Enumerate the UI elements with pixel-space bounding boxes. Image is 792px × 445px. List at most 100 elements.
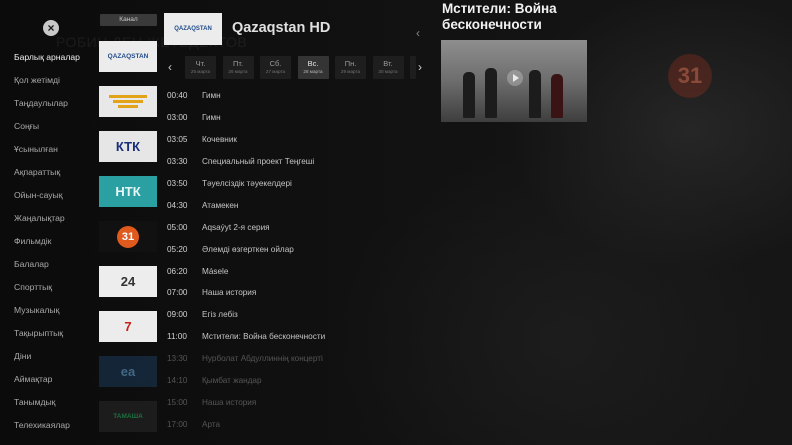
sidebar-item-news[interactable]: Жаңалықтар: [0, 210, 96, 233]
program-row[interactable]: 07:00 Наша история: [167, 282, 437, 304]
sidebar-item-informational[interactable]: Ақпараттық: [0, 164, 96, 187]
program-row[interactable]: 17:00 Арта: [167, 413, 437, 435]
day-tabs: Чт. 25 марта Пт. 26 марта Сб. 27 марта Вс. 2…: [185, 56, 423, 79]
program-time: 09:00: [167, 310, 188, 320]
program-row-current[interactable]: 11:00 Мстители: Война бесконечности: [167, 326, 437, 348]
day-tab[interactable]: Вт. 30 марта: [372, 56, 404, 79]
sidebar-item-entertainment[interactable]: Ойын-сауық: [0, 187, 96, 210]
sidebar-item-recommended[interactable]: Ұсынылған: [0, 141, 96, 164]
preview-thumbnail[interactable]: [441, 40, 587, 122]
figure-shape: [463, 72, 475, 118]
program-time: 03:50: [167, 179, 188, 188]
channel-logo-text: 24: [120, 274, 136, 289]
program-name: Қымбат жандар: [202, 376, 262, 386]
program-name: Егіз лебіз: [202, 310, 238, 320]
figure-shape: [529, 70, 541, 118]
sidebar-item-all-channels[interactable]: Барлық арналар: [0, 49, 96, 72]
sidebar-item-thematic[interactable]: Тақырыптық: [0, 325, 96, 348]
program-row[interactable]: 06:20 Másele: [167, 260, 437, 282]
day-tab[interactable]: Пт. 26 марта: [222, 56, 254, 79]
channel-logo-qazaqstan[interactable]: QAZAQSTAN: [99, 41, 157, 72]
program-time: 11:00: [167, 332, 187, 342]
program-row[interactable]: 05:20 Әлемді өзгерткен ойлар: [167, 238, 437, 260]
channel-logo-ntk[interactable]: НТК: [99, 176, 157, 207]
channel-logo-text: 31: [117, 225, 139, 248]
program-name: Гимн: [202, 113, 221, 123]
program-time: 03:00: [167, 113, 188, 123]
day-next-chevron-icon[interactable]: ›: [418, 60, 422, 74]
day-tab[interactable]: Сб. 27 марта: [260, 56, 291, 79]
day-prev-chevron-icon[interactable]: ‹: [168, 60, 172, 74]
channel-logo-31[interactable]: 31: [99, 221, 157, 252]
channel-logo-ea[interactable]: ea: [99, 356, 157, 387]
program-row[interactable]: 03:05 Кочевник: [167, 129, 437, 151]
program-time: 15:00: [167, 397, 188, 407]
program-name: Кочевник: [202, 135, 237, 145]
channel-logo-text: 7: [124, 319, 132, 334]
program-time: 13:30: [167, 354, 188, 364]
program-row[interactable]: 04:30 Атамекен: [167, 194, 437, 216]
program-name: Арта: [202, 419, 221, 429]
channel-logo-ktk[interactable]: КТК: [99, 131, 157, 162]
sidebar-item-series[interactable]: Телехикаялар: [0, 417, 96, 440]
day-tab-partial[interactable]: [410, 56, 416, 79]
day-tab[interactable]: Чт. 25 марта: [185, 56, 216, 79]
channel-logo-text: ea: [120, 364, 136, 379]
channel-logo-tamasha[interactable]: ТАМАША: [99, 401, 157, 432]
program-name: Наша история: [202, 288, 257, 298]
channel-logo-7[interactable]: 7: [99, 311, 157, 342]
program-time: 00:40: [167, 91, 188, 101]
program-row[interactable]: 05:00 Аqsaýyt 2-я серия: [167, 216, 437, 238]
program-list: 00:40 Гимн 03:00 Гимн 03:05 Кочевник 03:30 С…: [167, 85, 437, 435]
sidebar-item-recent[interactable]: Соңғы: [0, 118, 96, 141]
channel-tab[interactable]: Канал: [100, 14, 157, 26]
program-row[interactable]: 00:40 Гимн: [167, 85, 437, 107]
sidebar-item-movies[interactable]: Фильмдік: [0, 233, 96, 256]
day-tab-selected[interactable]: Вс. 28 марта: [297, 56, 329, 79]
sidebar-item-sports[interactable]: Спорттық: [0, 279, 96, 302]
sidebar-item-available[interactable]: Қол жетімді: [0, 72, 96, 95]
program-row[interactable]: 13:30 Нурболат Абдуллиннің концерті: [167, 348, 437, 370]
program-time: 14:10: [167, 376, 188, 386]
program-row[interactable]: 03:30 Специальный проект Теңгеші: [167, 151, 437, 173]
khabar-logo-icon: [99, 86, 157, 117]
program-time: 04:30: [167, 200, 188, 210]
program-time: 03:30: [167, 157, 188, 167]
program-row[interactable]: 09:00 Егіз лебіз: [167, 304, 437, 326]
program-time: 07:00: [167, 288, 188, 298]
program-time: 17:00: [167, 419, 188, 429]
play-icon[interactable]: [507, 70, 523, 86]
current-channel-logo-text: QAZAQSTAN: [174, 26, 212, 32]
channel-logo-text: КТК: [115, 139, 141, 154]
channel-title: Qazaqstan HD: [232, 20, 331, 36]
sidebar-item-regions[interactable]: Аймақтар: [0, 371, 96, 394]
program-row[interactable]: 03:00 Гимн: [167, 107, 437, 129]
day-tab[interactable]: Пн. 29 марта: [335, 56, 366, 79]
program-time: 03:05: [167, 135, 188, 145]
figure-shape: [551, 74, 563, 118]
program-time: 06:20: [167, 266, 188, 276]
sidebar-item-kids[interactable]: Балалар: [0, 256, 96, 279]
program-name: Мстители: Война бесконечности: [202, 332, 326, 342]
channel-logo-text: НТК: [115, 184, 141, 199]
program-name: Másele: [202, 266, 229, 276]
collapse-chevron-icon[interactable]: ‹: [416, 26, 420, 40]
sidebar-item-music[interactable]: Музыкалық: [0, 302, 96, 325]
program-time: 05:00: [167, 222, 188, 232]
category-sidebar: Барлық арналар Қол жетімді Таңдаулылар С…: [0, 49, 96, 440]
sidebar-item-favorites[interactable]: Таңдаулылар: [0, 95, 96, 118]
channel-logo-24kz[interactable]: 24: [99, 266, 157, 297]
close-icon[interactable]: ×: [43, 20, 59, 36]
preview-title: Мстители: Война бесконечности: [442, 1, 557, 32]
program-row[interactable]: 03:50 Тәуелсіздік тәуекелдері: [167, 173, 437, 195]
program-name: Специальный проект Теңгеші: [202, 157, 315, 167]
sidebar-item-religious[interactable]: Діни: [0, 348, 96, 371]
program-row[interactable]: 14:10 Қымбат жандар: [167, 370, 437, 392]
channel-logo-khabar[interactable]: [99, 86, 157, 117]
channel-list: QAZAQSTAN КТК НТК 31 24 7 ea ТАМАША: [99, 41, 157, 445]
program-name: Нурболат Абдуллиннің концерті: [202, 354, 323, 364]
sidebar-item-educational[interactable]: Танымдық: [0, 394, 96, 417]
channel-logo-text: QAZAQSTAN: [107, 53, 149, 60]
program-row[interactable]: 15:00 Наша история: [167, 391, 437, 413]
program-name: Әлемді өзгерткен ойлар: [202, 244, 294, 254]
